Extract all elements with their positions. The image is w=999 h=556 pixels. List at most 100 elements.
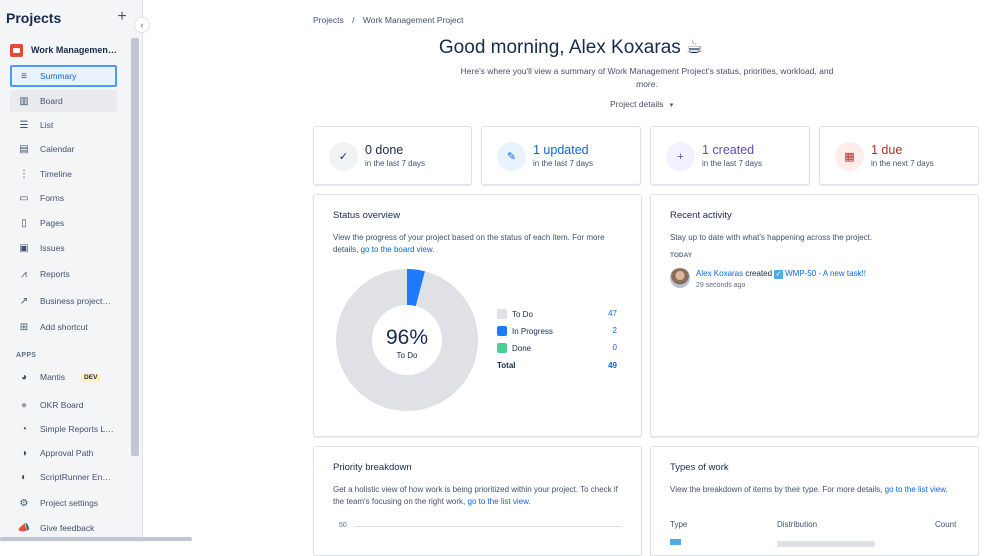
breadcrumb-projects[interactable]: Projects — [313, 15, 344, 25]
sidebar-item-calendar[interactable]: ▤ Calendar — [10, 138, 117, 160]
list-view-link[interactable]: go to the list view. — [885, 485, 948, 494]
page-subtitle: Here's where you'll view a summary of Wo… — [460, 66, 834, 89]
sidebar-item-board[interactable]: ▥ Board — [10, 90, 117, 112]
sidebar-item-label: ScriptRunner En… — [40, 472, 111, 482]
settings-icon: ⚙ — [19, 497, 29, 509]
sidebar-item-label: Calendar — [40, 144, 75, 154]
sidebar-item-project-settings[interactable]: ⚙ Project settings — [10, 492, 117, 514]
legend-todo[interactable]: To Do — [497, 309, 533, 319]
sidebar-item-label: Summary — [40, 71, 77, 81]
stat-value: 1 created — [702, 143, 755, 157]
card-title: Priority breakdown — [333, 462, 412, 473]
create-project-button[interactable]: + — [113, 8, 131, 26]
project-switcher[interactable]: Work Managemen… — [10, 42, 120, 58]
sidebar-item-label: Give feedback — [40, 523, 95, 533]
sidebar-title: Projects — [6, 10, 62, 26]
activity-item-link[interactable]: WMP-50 - A new task!! — [785, 269, 866, 278]
gridline — [354, 526, 622, 527]
types-of-work-card: Types of work View the breakdown of item… — [650, 446, 979, 556]
project-details-button[interactable]: Project details ▾ — [610, 99, 673, 109]
project-details-label: Project details — [610, 99, 664, 109]
sidebar: Projects + Work Managemen… ≡ Summary ▥ Boa… — [0, 0, 192, 542]
sidebar-item-label: Approval Path — [40, 448, 94, 458]
stat-card-created[interactable]: + 1 created in the last 7 days — [650, 126, 810, 185]
issues-icon: ▣ — [19, 242, 29, 254]
legend-label: Done — [512, 343, 532, 353]
project-avatar-icon — [10, 43, 23, 57]
check-icon: ✓ — [329, 142, 358, 171]
main-content: Projects / Work Management Project Good … — [143, 0, 999, 556]
sidebar-item-scriptrunner[interactable]: ◐ ScriptRunner En… — [10, 466, 117, 488]
summary-icon: ≡ — [21, 70, 27, 82]
recent-activity-card: Recent activity Stay up to date with wha… — [650, 194, 979, 437]
sidebar-item-mantis[interactable]: ◕ Mantis DEV — [10, 366, 117, 388]
sidebar-item-label: Simple Reports L… — [40, 424, 114, 434]
stat-value: 1 updated — [533, 143, 589, 157]
sidebar-item-business-project[interactable]: ↗ Business project… — [10, 290, 117, 312]
sidebar-item-pages[interactable]: ▯ Pages — [10, 212, 117, 234]
sidebar-item-label: Board — [40, 96, 63, 106]
legend-in-progress[interactable]: In Progress — [497, 326, 553, 336]
activity-action: created — [745, 269, 773, 278]
donut-center-percent: 96% — [386, 326, 428, 349]
calendar-icon: ▤ — [19, 143, 29, 155]
breadcrumb-project[interactable]: Work Management Project — [363, 15, 463, 25]
sidebar-item-label: OKR Board — [40, 400, 84, 410]
legend-value[interactable]: 2 — [607, 326, 617, 335]
legend-label: In Progress — [512, 326, 553, 336]
timeline-icon: ⋮ — [19, 168, 29, 180]
legend-value[interactable]: 0 — [607, 343, 617, 352]
sidebar-item-approval-path[interactable]: ◑ Approval Path — [10, 442, 117, 464]
sidebar-item-label: Pages — [40, 218, 65, 228]
stat-card-done[interactable]: ✓ 0 done in the last 7 days — [313, 126, 472, 185]
description-text: View the breakdown of items by their typ… — [670, 485, 883, 494]
stat-period: in the last 7 days — [702, 159, 763, 168]
sidebar-item-timeline[interactable]: ⋮ Timeline — [10, 163, 117, 185]
card-title: Recent activity — [670, 210, 732, 221]
apps-heading: APPS — [16, 352, 37, 359]
card-description: View the breakdown of items by their typ… — [670, 484, 960, 496]
legend-swatch — [497, 326, 507, 336]
legend-total-value: 49 — [608, 361, 617, 370]
sidebar-item-okr-board[interactable]: ● OKR Board — [10, 394, 117, 416]
status-overview-card: Status overview View the progress of you… — [313, 194, 642, 437]
mantis-icon: ◕ — [20, 371, 28, 383]
activity-time: 29 seconds ago — [696, 282, 746, 289]
stat-card-due[interactable]: ▦ 1 due in the next 7 days — [819, 126, 979, 185]
breadcrumb-separator: / — [352, 15, 355, 25]
avatar[interactable] — [670, 268, 690, 288]
approval-path-icon: ◑ — [20, 447, 28, 459]
legend-done[interactable]: Done — [497, 343, 531, 353]
business-project-icon: ↗ — [19, 295, 29, 307]
stat-value: 1 due — [871, 143, 903, 157]
sidebar-item-list[interactable]: ☰ List — [10, 114, 117, 136]
page-title: Good morning, Alex Koxaras ☕ — [438, 37, 704, 58]
column-header-type: Type — [670, 520, 688, 529]
sidebar-item-issues[interactable]: ▣ Issues — [10, 237, 117, 259]
card-title: Status overview — [333, 210, 401, 221]
sidebar-item-add-shortcut[interactable]: ⊞ Add shortcut — [10, 316, 117, 338]
sidebar-item-label: Business project… — [40, 296, 111, 306]
calendar-icon: ▦ — [835, 142, 864, 171]
list-view-link[interactable]: go to the list view. — [468, 497, 531, 506]
sidebar-item-summary[interactable]: ≡ Summary — [10, 65, 117, 87]
stat-card-updated[interactable]: ✎ 1 updated in the last 7 days — [481, 126, 641, 185]
sidebar-item-give-feedback[interactable]: 📣 Give feedback — [10, 517, 117, 539]
card-description: Stay up to date with what's happening ac… — [670, 233, 873, 242]
sidebar-item-forms[interactable]: ▭ Forms — [10, 187, 117, 209]
board-view-link[interactable]: go to the board view. — [361, 245, 435, 254]
forms-icon: ▭ — [19, 192, 29, 204]
legend-value[interactable]: 47 — [607, 309, 617, 318]
sidebar-item-simple-reports[interactable]: ◔ Simple Reports L… — [10, 418, 117, 440]
collapse-sidebar-button[interactable]: ‹ — [134, 17, 150, 33]
axis-tick-label: 50 — [339, 522, 347, 529]
sidebar-item-label: Project settings — [40, 498, 99, 508]
sidebar-item-label: Reports — [40, 269, 70, 279]
pencil-icon: ✎ — [497, 142, 526, 171]
sidebar-item-label: Issues — [40, 243, 65, 253]
column-header-count: Count — [935, 520, 957, 529]
sidebar-item-reports[interactable]: ⩘ Reports — [10, 263, 117, 285]
sidebar-scrollbar[interactable] — [131, 38, 139, 456]
task-type-icon — [670, 539, 681, 545]
activity-user-link[interactable]: Alex Koxaras — [696, 269, 743, 278]
